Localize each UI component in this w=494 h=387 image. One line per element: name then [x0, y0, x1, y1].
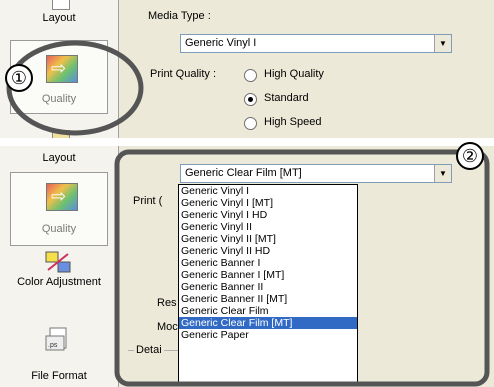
callout-overlay-bottom	[114, 149, 490, 387]
callout-ring-2	[114, 149, 490, 387]
callout-number-2: ②	[456, 142, 484, 170]
